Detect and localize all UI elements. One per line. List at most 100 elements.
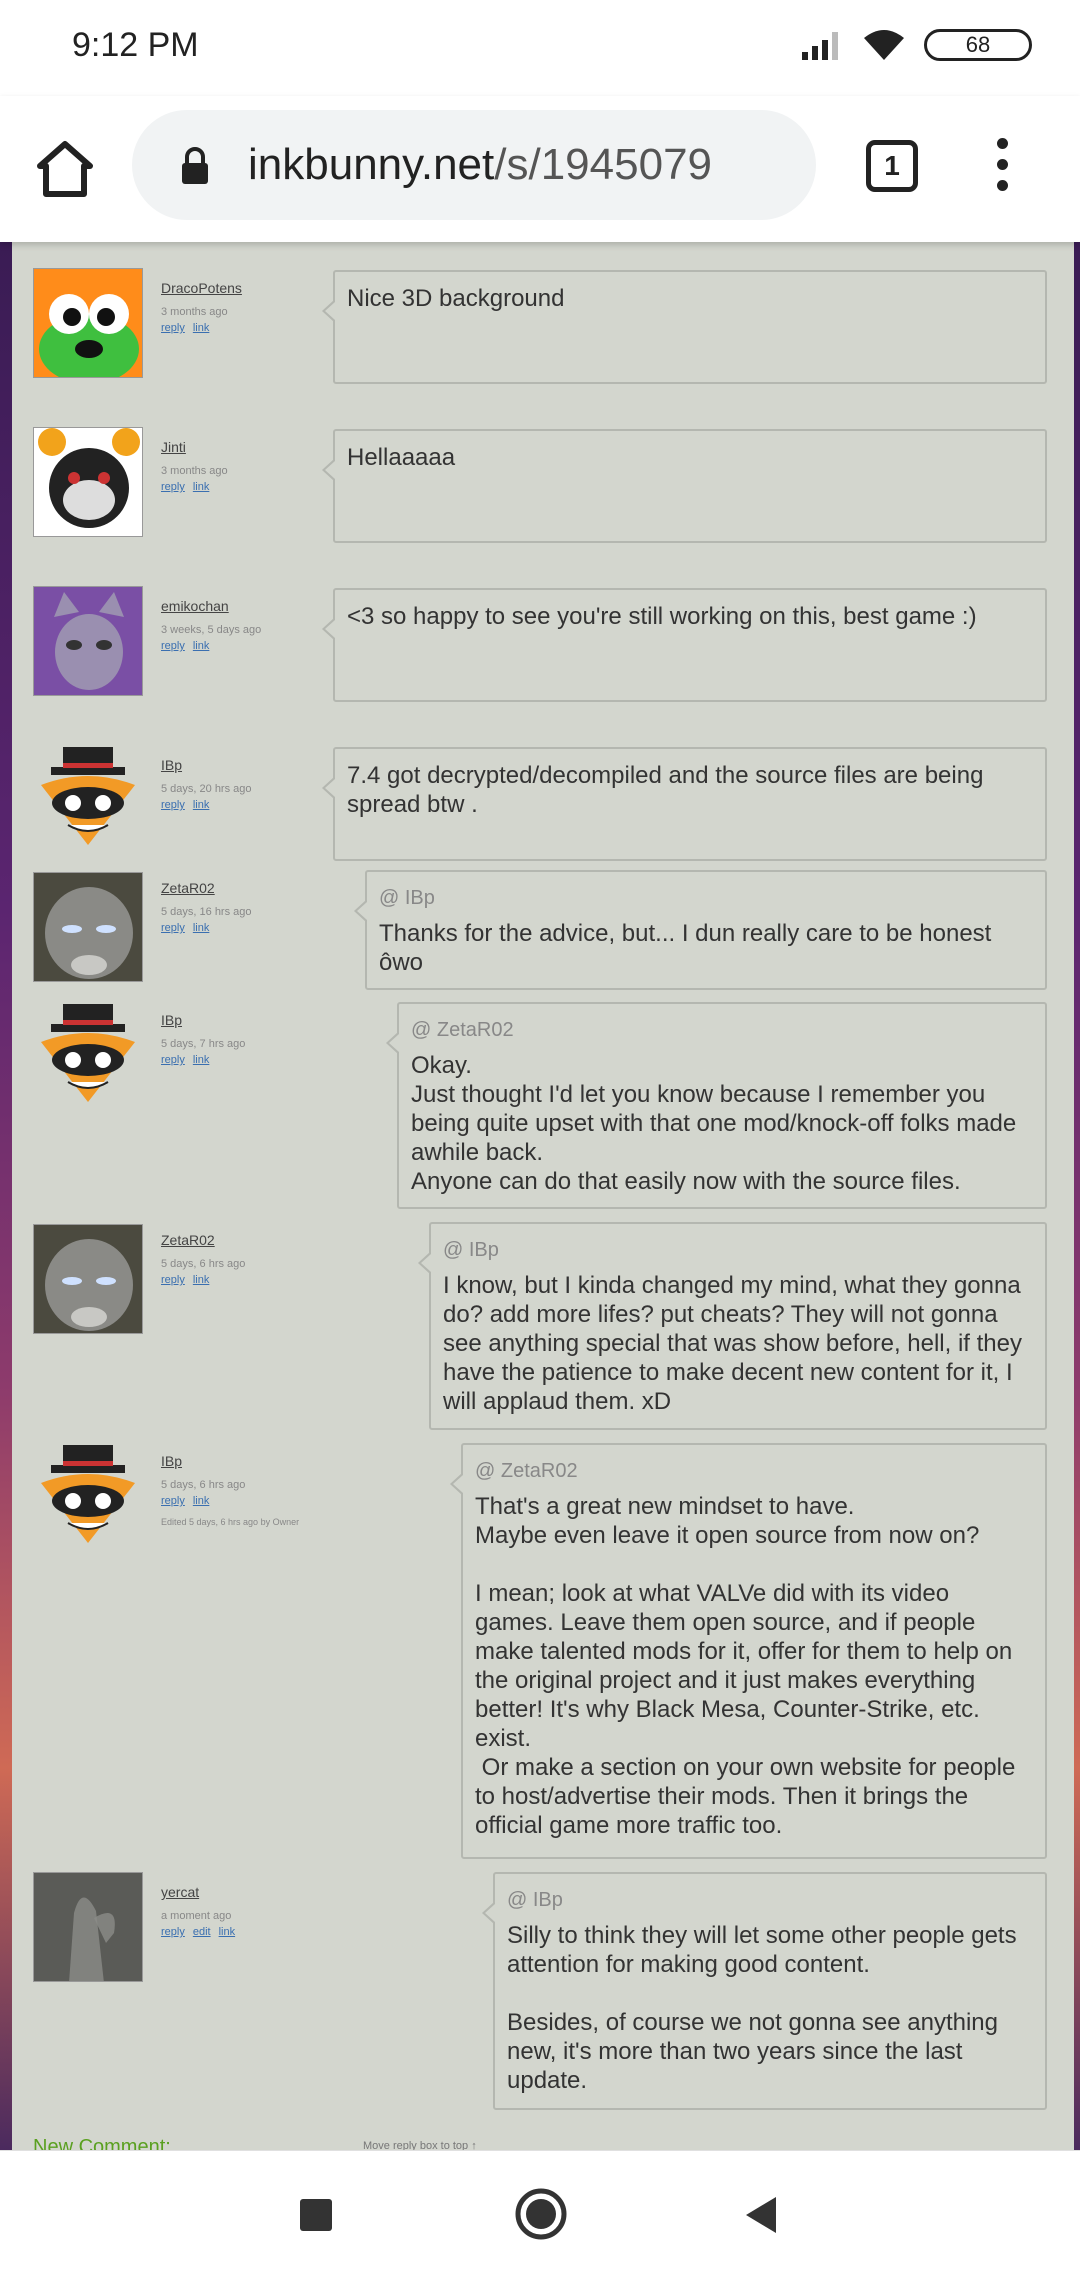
home-nav-icon[interactable] (514, 2187, 568, 2241)
comment-actions: reply link (161, 322, 341, 334)
comment-text: Thanks for the advice, but... I dun real… (379, 920, 999, 976)
comment-actions: reply link (161, 1054, 341, 1066)
comment-meta: yercat a moment ago reply edit link (161, 1884, 341, 1938)
url-domain: inkbunny.net (248, 140, 495, 189)
comment-time: 5 days, 16 hrs ago (161, 906, 252, 918)
reply-link[interactable]: reply (161, 322, 185, 334)
permalink[interactable]: link (193, 481, 210, 493)
comment-body: @ IBp I know, but I kinda changed my mind… (418, 1222, 1047, 1430)
reply-to-label[interactable]: @ ZetaR02 (411, 1016, 1033, 1045)
comment-meta: Jinti 3 months ago reply link (161, 439, 341, 493)
comment-text: That's a great new mindset to have. Mayb… (475, 1493, 1016, 1839)
page-content: DracoPotens 3 months ago reply link Nice … (0, 242, 1080, 2150)
avatar[interactable] (33, 872, 143, 982)
username-link[interactable]: ZetaR02 (161, 1232, 341, 1248)
comment-time: 5 days, 6 hrs ago (161, 1479, 246, 1491)
reply-link[interactable]: reply (161, 799, 185, 811)
username-link[interactable]: emikochan (161, 598, 341, 614)
system-nav-bar (0, 2150, 1080, 2280)
comment-actions: reply link (161, 481, 341, 493)
reply-to-label[interactable]: @ IBp (443, 1236, 1033, 1265)
browser-toolbar: inkbunny.net/s/1945079 1 (0, 96, 1080, 242)
back-icon[interactable] (742, 2195, 780, 2235)
avatar[interactable] (33, 1443, 143, 1553)
home-icon[interactable] (34, 138, 96, 200)
username-link[interactable]: IBp (161, 1012, 341, 1028)
comment-meta: DracoPotens 3 months ago reply link (161, 280, 341, 334)
permalink[interactable]: link (193, 1054, 210, 1066)
lock-icon (182, 147, 208, 184)
reply-link[interactable]: reply (161, 922, 185, 934)
comment-body: <3 so happy to see you're still working … (322, 588, 1047, 702)
avatar[interactable] (33, 427, 143, 537)
permalink[interactable]: link (193, 799, 210, 811)
comment-body: Hellaaaaa (322, 429, 1047, 543)
reply-to-label[interactable]: @ IBp (379, 884, 1033, 913)
reply-link[interactable]: reply (161, 640, 185, 652)
comment-meta: ZetaR02 5 days, 6 hrs ago reply link (161, 1232, 341, 1286)
avatar[interactable] (33, 1224, 143, 1334)
permalink[interactable]: link (193, 640, 210, 652)
comment-meta: IBp 5 days, 7 hrs ago reply link (161, 1012, 341, 1066)
comment-text: Nice 3D background (347, 285, 565, 312)
comment-meta: IBp 5 days, 6 hrs ago reply link Edited 5… (161, 1453, 341, 1527)
permalink[interactable]: link (193, 1495, 210, 1507)
battery-icon: 68 (924, 29, 1032, 61)
reply-link[interactable]: reply (161, 1495, 185, 1507)
comment-time: 5 days, 7 hrs ago (161, 1038, 246, 1050)
move-reply-box-link[interactable]: Move reply box to top ↑ (363, 2140, 477, 2150)
reply-link[interactable]: reply (161, 481, 185, 493)
avatar[interactable] (33, 745, 143, 855)
comment-body: @ ZetaR02 That's a great new mindset to h… (450, 1443, 1047, 1859)
overflow-menu-icon[interactable] (992, 138, 1012, 198)
permalink[interactable]: link (219, 1926, 236, 1938)
reply-link[interactable]: reply (161, 1054, 185, 1066)
comment-text: I know, but I kinda changed my mind, wha… (443, 1272, 1029, 1415)
comment-text: 7.4 got decrypted/decompiled and the sou… (347, 762, 991, 818)
permalink[interactable]: link (193, 322, 210, 334)
username-link[interactable]: ZetaR02 (161, 880, 341, 896)
comment-body: @ ZetaR02 Okay. Just thought I'd let you … (386, 1002, 1047, 1209)
status-time: 9:12 PM (72, 26, 199, 64)
comment-time: 5 days, 20 hrs ago (161, 783, 252, 795)
address-bar[interactable]: inkbunny.net/s/1945079 (132, 110, 816, 220)
comment-text: Hellaaaaa (347, 444, 456, 471)
comment-actions: reply link (161, 922, 341, 934)
reply-link[interactable]: reply (161, 1274, 185, 1286)
reply-to-label[interactable]: @ IBp (507, 1886, 1033, 1915)
edit-link[interactable]: edit (193, 1926, 211, 1938)
comment-meta: IBp 5 days, 20 hrs ago reply link (161, 757, 341, 811)
username-link[interactable]: yercat (161, 1884, 341, 1900)
avatar[interactable] (33, 268, 143, 378)
edited-note: Edited 5 days, 6 hrs ago by Owner (161, 1517, 300, 1527)
username-link[interactable]: Jinti (161, 439, 341, 455)
username-link[interactable]: IBp (161, 757, 341, 773)
comment-actions: reply link (161, 1495, 341, 1507)
comment-actions: reply link (161, 1274, 341, 1286)
recents-icon[interactable] (298, 2197, 334, 2233)
url-text: inkbunny.net/s/1945079 (248, 140, 712, 190)
new-comment-heading: New Comment: (33, 2136, 171, 2150)
comment-text: <3 so happy to see you're still working … (347, 603, 977, 630)
avatar[interactable] (33, 1002, 143, 1112)
comment-time: 3 months ago (161, 306, 228, 318)
avatar[interactable] (33, 586, 143, 696)
reply-link[interactable]: reply (161, 1926, 185, 1938)
comment-time: 3 months ago (161, 465, 228, 477)
comment-actions: reply edit link (161, 1926, 341, 1938)
comment-meta: ZetaR02 5 days, 16 hrs ago reply link (161, 880, 341, 934)
status-bar: 9:12 PM 68 (0, 0, 1080, 96)
comment-actions: reply link (161, 799, 341, 811)
comment-body: 7.4 got decrypted/decompiled and the sou… (322, 747, 1047, 861)
reply-to-label[interactable]: @ ZetaR02 (475, 1457, 1033, 1486)
username-link[interactable]: IBp (161, 1453, 341, 1469)
permalink[interactable]: link (193, 922, 210, 934)
tab-switcher-button[interactable]: 1 (866, 140, 918, 192)
username-link[interactable]: DracoPotens (161, 280, 341, 296)
comment-body: Nice 3D background (322, 270, 1047, 384)
comment-text: Silly to think they will let some other … (507, 1922, 1017, 2094)
comments-panel: DracoPotens 3 months ago reply link Nice … (12, 242, 1074, 2150)
permalink[interactable]: link (193, 1274, 210, 1286)
avatar[interactable] (33, 1872, 143, 1982)
comment-meta: emikochan 3 weeks, 5 days ago reply link (161, 598, 341, 652)
